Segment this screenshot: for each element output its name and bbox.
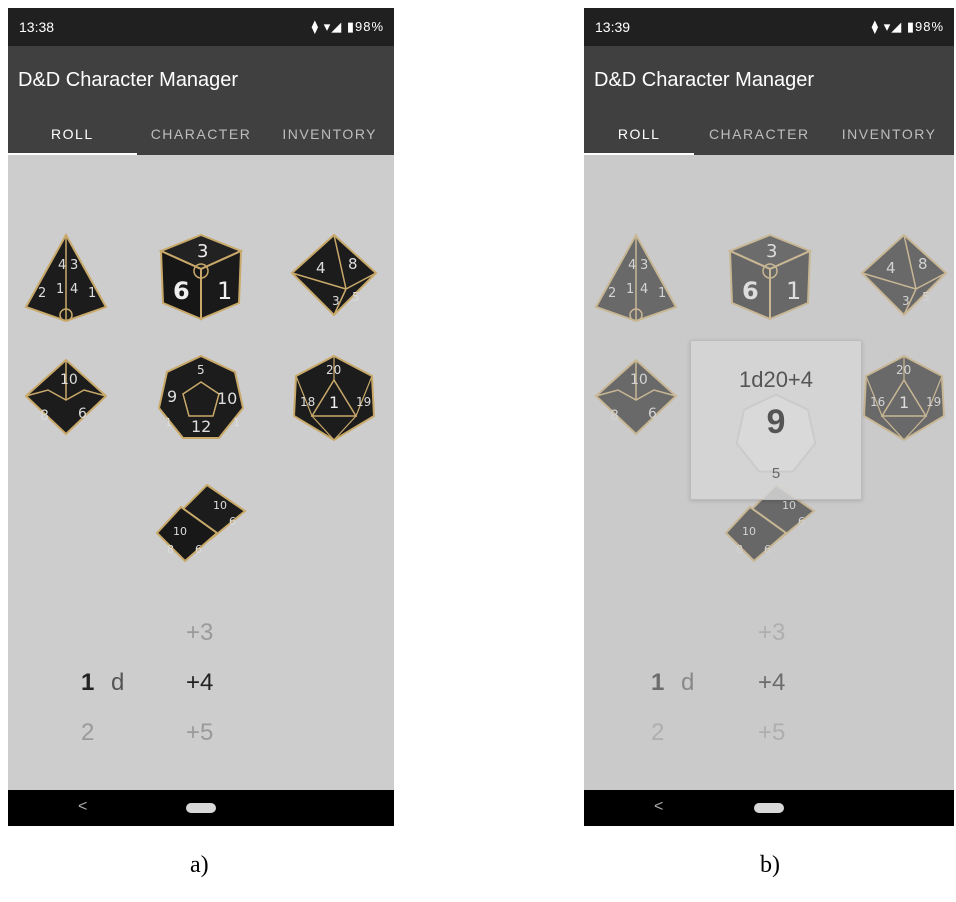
d100-face-label: 6 (229, 515, 236, 528)
tab-roll[interactable]: ROLL (584, 115, 695, 155)
tab-roll[interactable]: ROLL (8, 115, 137, 155)
tab-inventory[interactable]: INVENTORY (265, 115, 394, 155)
d8-face-label: 4 (316, 259, 326, 277)
d20-face-label: 20 (326, 363, 341, 377)
d4-face-label: 2 (38, 286, 46, 301)
d10-icon: 10 8 6 (24, 358, 108, 436)
tab-bar: ROLL CHARACTER INVENTORY (584, 115, 954, 155)
navigation-bar: < (8, 790, 394, 826)
d6-die-button[interactable]: 3 6 1 (153, 227, 249, 323)
count-option-selected[interactable]: 1 (81, 669, 94, 697)
d20-icon: 20 18 1 19 (292, 354, 376, 442)
tab-character[interactable]: CHARACTER (694, 115, 824, 155)
d100-icon: 10 8 6 10 6 (155, 483, 247, 563)
d20-face-label: 18 (300, 395, 315, 409)
modifier-option-prev[interactable]: +3 (186, 619, 213, 647)
app-bar: D&D Character Manager ROLL CHARACTER INV… (8, 46, 394, 155)
app-bar: D&D Character Manager ROLL CHARACTER INV… (584, 46, 954, 155)
status-bar: 13:39 ⧫ ▾◢ ▮98% (584, 8, 954, 46)
roll-result-dialog[interactable]: 1d20+4 9 5 (690, 340, 862, 500)
tab-inventory[interactable]: INVENTORY (824, 115, 954, 155)
d20-face-label: 19 (356, 395, 371, 409)
roll-formula: 1d20+4 (738, 367, 814, 392)
d4-icon: 4 3 2 1 4 1 (24, 232, 108, 323)
status-time: 13:39 (595, 19, 631, 35)
back-icon[interactable]: < (654, 798, 663, 816)
status-time: 13:38 (19, 19, 55, 35)
d10-face-label: 6 (78, 406, 87, 422)
roll-dice-values: 5 (771, 465, 781, 482)
d10-die-button[interactable]: 10 8 6 (18, 350, 114, 446)
d12-icon: 5 9 10 12 1 1 (157, 354, 245, 439)
home-pill-icon[interactable] (186, 803, 216, 813)
dice-separator-label: d (111, 669, 125, 696)
caption-b: b) (760, 852, 780, 878)
app-title: D&D Character Manager (18, 69, 239, 91)
d12-face-label: 1 (165, 416, 172, 429)
d8-face-label: 5 (352, 290, 360, 304)
app-title: D&D Character Manager (594, 69, 815, 91)
caption-a: a) (190, 852, 209, 878)
d4-face-label: 4 (58, 258, 66, 273)
d12-die-button[interactable]: 5 9 10 12 1 1 (153, 350, 249, 446)
tab-character[interactable]: CHARACTER (137, 115, 266, 155)
d100-face-label: 10 (173, 525, 187, 538)
d12-face-label: 9 (167, 387, 177, 406)
back-icon[interactable]: < (78, 798, 87, 816)
d100-die-button[interactable]: 10 8 6 10 6 (153, 473, 249, 569)
d4-face-label: 4 (70, 282, 78, 297)
d100-face-label: 10 (213, 499, 227, 512)
count-option-next[interactable]: 2 (81, 719, 94, 747)
status-icons: ⧫ ▾◢ ▮98% (871, 19, 944, 34)
d8-face-label: 8 (348, 255, 358, 273)
d8-die-button[interactable]: 4 8 3 5 (286, 227, 382, 323)
d20-face-label: 1 (329, 393, 339, 412)
phone-screen-a: 13:38 ⧫ ▾◢ ▮98% D&D Character Manager RO… (8, 8, 394, 826)
status-bar: 13:38 ⧫ ▾◢ ▮98% (8, 8, 394, 46)
d6-face-label: 3 (197, 241, 208, 262)
d6-face-label: 6 (173, 277, 190, 305)
roll-content: 4 3 2 1 4 1 3 6 1 (8, 155, 394, 790)
d12-face-label: 12 (191, 417, 211, 436)
modifier-option-selected[interactable]: +4 (186, 669, 213, 697)
d12-face-label: 10 (217, 389, 237, 408)
tab-bar: ROLL CHARACTER INVENTORY (8, 115, 394, 155)
d100-face-label: 6 (195, 543, 202, 556)
phone-screen-b: 13:39 ⧫ ▾◢ ▮98% D&D Character Manager RO… (584, 8, 954, 826)
d20-die-button[interactable]: 20 18 1 19 (286, 350, 382, 446)
d10-face-label: 8 (40, 408, 49, 424)
d8-face-label: 3 (332, 294, 340, 308)
roll-total: 9 (766, 403, 786, 441)
d4-die-button[interactable]: 4 3 2 1 4 1 (18, 227, 114, 323)
status-icons: ⧫ ▾◢ ▮98% (311, 19, 384, 34)
d12-face-label: 1 (233, 416, 240, 429)
d6-face-label: 1 (217, 277, 232, 305)
d12-face-label: 5 (197, 363, 205, 377)
d4-face-label: 3 (70, 258, 78, 273)
navigation-bar: < (584, 790, 954, 826)
d6-icon: 3 6 1 (158, 233, 244, 321)
d10-face-label: 10 (60, 372, 78, 388)
home-pill-icon[interactable] (754, 803, 784, 813)
d4-face-label: 1 (88, 286, 96, 301)
d4-face-label: 1 (56, 282, 64, 297)
d100-face-label: 8 (167, 543, 174, 556)
d8-icon: 4 8 3 5 (290, 233, 378, 317)
modifier-option-next[interactable]: +5 (186, 719, 213, 747)
